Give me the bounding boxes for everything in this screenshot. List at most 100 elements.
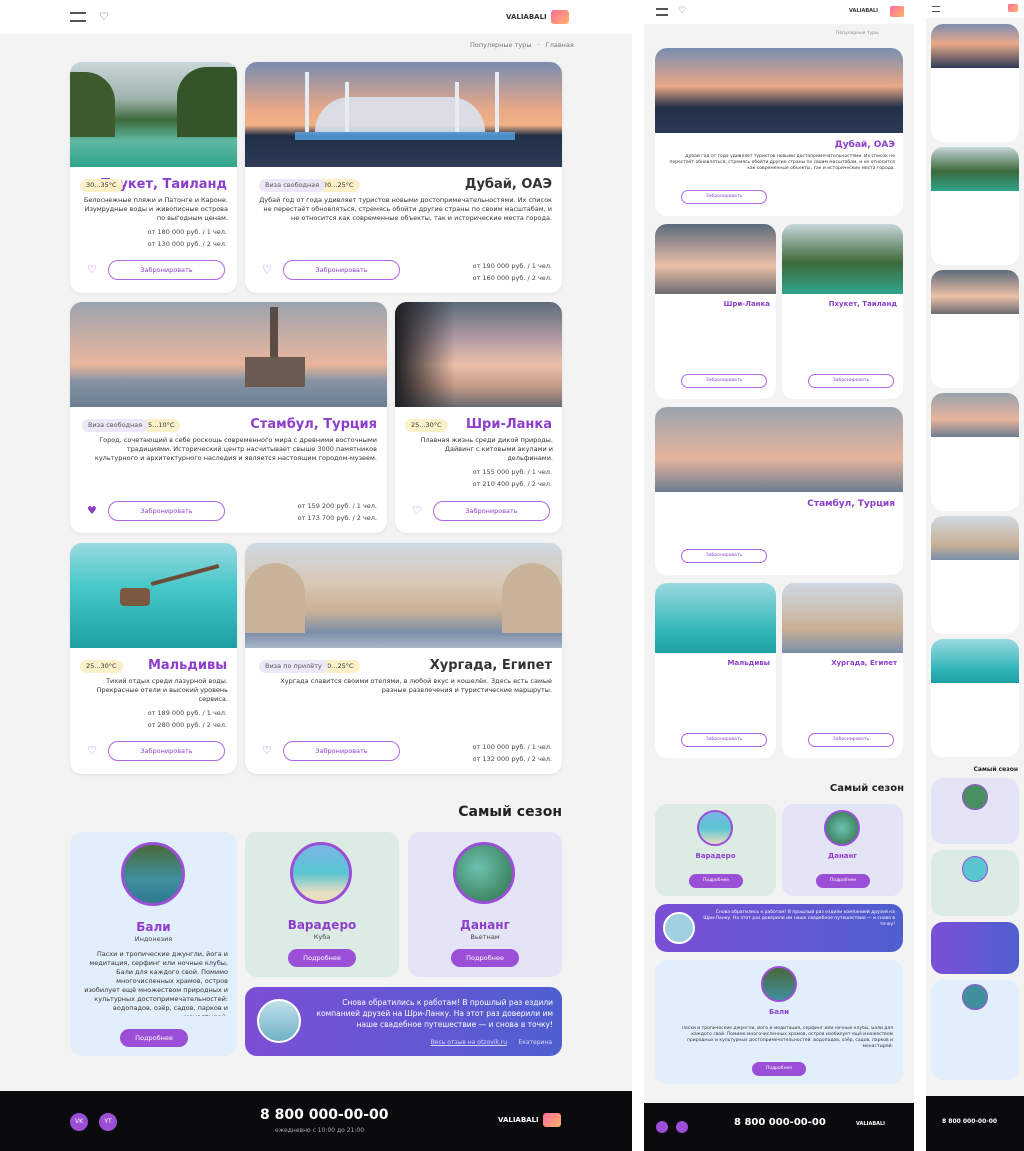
mobile-card-dubai: [931, 24, 1019, 142]
temperature-badge: 30...35°C: [80, 179, 123, 192]
logo-mark-icon[interactable]: [1008, 4, 1018, 12]
breadcrumb-separator: ·: [537, 41, 540, 49]
tour-image-srilanka: [655, 224, 776, 294]
tour-title: Хургада, Египет: [429, 658, 552, 673]
favorite-heart-icon[interactable]: ♡: [262, 745, 272, 756]
breadcrumb-current[interactable]: Популярные туры: [470, 41, 532, 49]
mobile-season-bali: [931, 980, 1019, 1080]
vk-icon[interactable]: [656, 1121, 668, 1133]
details-button[interactable]: Подробнее: [451, 949, 519, 967]
tablet-season-varadero: Варадеро Подробнее: [655, 804, 776, 896]
visa-badge: Виза по прилёту: [259, 660, 328, 673]
price-two: от 130 000 руб. / 2 чел.: [147, 240, 227, 248]
footer-logo[interactable]: VALIABALI: [498, 1113, 561, 1127]
season-subtitle: Вьетнам: [470, 933, 500, 941]
favorite-heart-icon[interactable]: ♡: [87, 264, 97, 275]
menu-icon[interactable]: [70, 12, 86, 22]
tour-title: Шри-Ланка: [465, 417, 552, 432]
logo-text: VALIABALI: [506, 13, 547, 21]
details-button[interactable]: Подробнее: [752, 1062, 806, 1076]
tour-image-dubai: [245, 62, 562, 167]
tour-title: Дубай, ОАЭ: [834, 140, 895, 150]
book-button[interactable]: Забронировать: [681, 733, 767, 747]
tablet-card-dubai: Дубай, ОАЭ Дубай год от года удивляет ту…: [655, 48, 903, 216]
tablet-card-istanbul: Стамбул, Турция Забронировать: [655, 407, 903, 575]
footer-phone[interactable]: 8 800 000-00-00: [942, 1118, 997, 1125]
temperature-badge: 25...30°C: [405, 419, 448, 432]
details-button[interactable]: Подробнее: [689, 874, 743, 888]
tour-image-hurghada: [245, 543, 562, 648]
breadcrumb-home[interactable]: Главная: [546, 41, 574, 49]
favorite-heart-icon[interactable]: ♡: [87, 745, 97, 756]
details-button[interactable]: Подробнее: [816, 874, 870, 888]
favorites-icon[interactable]: ♡: [678, 6, 686, 16]
details-button[interactable]: Подробнее: [120, 1029, 188, 1047]
vk-icon[interactable]: VK: [70, 1113, 88, 1131]
breadcrumb[interactable]: Популярные туры: [836, 31, 879, 36]
favorite-heart-filled-icon[interactable]: ♥: [87, 505, 97, 516]
review-avatar: [663, 912, 695, 944]
book-button[interactable]: Забронировать: [808, 374, 894, 388]
book-button[interactable]: Забронировать: [433, 501, 550, 521]
tour-card-hurghada: Хургада, Египет 20...25°C Виза по прилёт…: [245, 543, 562, 774]
mobile-season-varadero: [931, 850, 1019, 916]
book-button[interactable]: Забронировать: [808, 733, 894, 747]
visa-badge: Виза свободная: [259, 179, 326, 192]
header: ♡ VALIABALI: [0, 0, 632, 34]
tour-card-phuket: Пхукет, Таиланд 30...35°C Белоснежные пл…: [70, 62, 237, 293]
destination-photo-varadero: [697, 810, 733, 846]
tour-image-dubai: [655, 48, 903, 133]
logo-mark-icon[interactable]: [890, 6, 904, 17]
youtube-icon[interactable]: YT: [99, 1113, 117, 1131]
book-button[interactable]: Забронировать: [108, 260, 225, 280]
price-two: от 160 000 руб. / 2 чел.: [472, 274, 552, 282]
tour-card-istanbul: Стамбул, Турция 5...10°C Виза свободная …: [70, 302, 387, 533]
favorite-heart-icon[interactable]: ♡: [412, 505, 422, 516]
desktop-mock: ♡ VALIABALI Популярные туры · Главная Пх…: [0, 0, 632, 1151]
season-title: Бали: [136, 920, 171, 934]
footer-hours: ежедневно с 10:00 до 21:00: [275, 1127, 365, 1134]
mobile-card-istanbul: [931, 393, 1019, 511]
review-link[interactable]: Весь отзыв на otzovik.ru: [431, 1039, 507, 1046]
tablet-season-danang: Дананг Подробнее: [782, 804, 903, 896]
breadcrumb: Популярные туры · Главная: [470, 41, 574, 49]
mobile-review-card: [931, 922, 1019, 974]
tour-image-istanbul: [655, 407, 903, 492]
youtube-icon[interactable]: [676, 1121, 688, 1133]
favorite-heart-icon[interactable]: ♡: [262, 264, 272, 275]
favorites-icon[interactable]: ♡: [99, 11, 109, 22]
tour-card-maldives: Мальдивы 25...30°C Тихий отдых среди лаз…: [70, 543, 237, 774]
menu-icon[interactable]: [656, 8, 668, 16]
tour-image-maldives: [70, 543, 237, 648]
book-button[interactable]: Забронировать: [108, 501, 225, 521]
menu-icon[interactable]: [932, 6, 940, 12]
tablet-footer: 8 800 000-00-00 VALIABALI: [644, 1103, 914, 1151]
book-button[interactable]: Забронировать: [283, 741, 400, 761]
footer-logo-text[interactable]: VALIABALI: [856, 1121, 885, 1127]
footer-phone[interactable]: 8 800 000-00-00: [734, 1117, 826, 1128]
mobile-card-maldives: [931, 639, 1019, 757]
tablet-card-srilanka: Шри-Ланка Забронировать: [655, 224, 776, 399]
tour-image-phuket: [70, 62, 237, 167]
logo[interactable]: VALIABALI: [506, 10, 569, 24]
book-button[interactable]: Забронировать: [681, 190, 767, 204]
book-button[interactable]: Забронировать: [108, 741, 225, 761]
tour-description: Дубай год от года удивляет туристов новы…: [259, 196, 552, 222]
season-card-varadero: Варадеро Куба Подробнее: [245, 832, 399, 977]
book-button[interactable]: Забронировать: [681, 374, 767, 388]
tour-card-dubai: Дубай, ОАЭ 20...25°C Виза свободная Дуба…: [245, 62, 562, 293]
price-two: от 173 700 руб. / 2 чел.: [297, 514, 377, 522]
season-description: Пасхи и тропические джунгли, йога и меди…: [84, 950, 228, 1016]
details-button[interactable]: Подробнее: [288, 949, 356, 967]
book-button[interactable]: Забронировать: [681, 549, 767, 563]
footer-phone[interactable]: 8 800 000-00-00: [260, 1107, 389, 1123]
tablet-card-hurghada: Хургада, Египет Забронировать: [782, 583, 903, 758]
tour-description: Тихий отдых среди лазурной воды. Прекрас…: [96, 677, 228, 703]
book-button[interactable]: Забронировать: [283, 260, 400, 280]
tour-image-phuket: [782, 224, 903, 294]
mobile-season-danang: [931, 778, 1019, 844]
season-heading: Самый сезон: [829, 783, 904, 794]
review-author: Екатерина: [518, 1039, 552, 1046]
logo-mark-icon: [542, 1113, 561, 1127]
price-two: от 280 000 руб. / 2 чел.: [147, 721, 227, 729]
